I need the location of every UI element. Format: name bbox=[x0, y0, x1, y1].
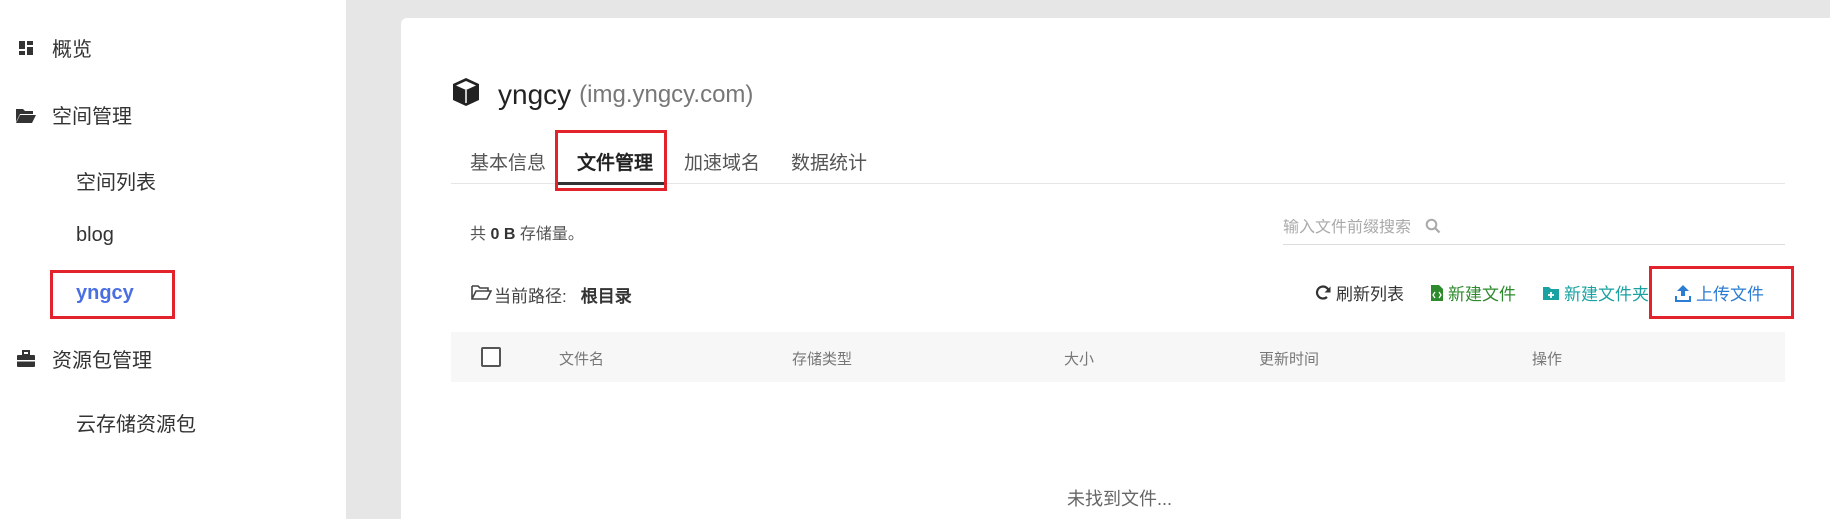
tab-file-management[interactable]: 文件管理 bbox=[577, 148, 653, 175]
empty-state-text: 未找到文件... bbox=[1067, 489, 1173, 509]
space-header: yngcy (img.yngcy.com) bbox=[450, 76, 753, 113]
column-storage-type[interactable]: 存储类型 bbox=[792, 348, 852, 369]
storage-amount: 0 B bbox=[490, 226, 516, 243]
refresh-list-button[interactable]: 刷新列表 bbox=[1314, 280, 1404, 305]
column-actions: 操作 bbox=[1532, 351, 1563, 368]
search-icon[interactable] bbox=[1423, 218, 1441, 239]
current-path: 当前路径: 根目录 bbox=[470, 282, 632, 307]
space-name: yngcy bbox=[498, 78, 572, 110]
sidebar-item-label: 概览 bbox=[52, 39, 92, 61]
sidebar-item-cloud-storage-package[interactable]: 云存储资源包 bbox=[76, 408, 196, 437]
tab-data-statistics[interactable]: 数据统计 bbox=[791, 148, 867, 175]
tab-basic-info[interactable]: 基本信息 bbox=[470, 148, 546, 175]
path-value[interactable]: 根目录 bbox=[581, 282, 632, 307]
sidebar: 概览 空间管理 空间列表 blog yngcy 资源包管理 云存储资源包 bbox=[0, 0, 346, 519]
folder-open-icon bbox=[470, 283, 494, 306]
sidebar-item-label: 资源包管理 bbox=[52, 350, 152, 372]
new-file-button[interactable]: 新建文件 bbox=[1430, 280, 1516, 305]
tab-accelerated-domain[interactable]: 加速域名 bbox=[684, 148, 760, 175]
file-table-header: 文件名 存储类型 大小 更新时间 操作 bbox=[451, 332, 1785, 382]
folder-open-icon bbox=[14, 103, 38, 127]
active-tab-indicator bbox=[558, 182, 667, 185]
search-input[interactable] bbox=[1283, 219, 1423, 237]
refresh-icon bbox=[1315, 284, 1331, 300]
code-file-icon bbox=[1431, 284, 1443, 301]
folder-plus-icon bbox=[1543, 286, 1559, 300]
search-box bbox=[1283, 212, 1785, 245]
tab-bar: 基本信息 文件管理 加速域名 数据统计 bbox=[451, 130, 1785, 184]
column-updated-time[interactable]: 更新时间 bbox=[1259, 348, 1319, 369]
sidebar-item-label: 空间管理 bbox=[52, 106, 132, 128]
select-all-checkbox[interactable] bbox=[481, 347, 501, 367]
briefcase-icon bbox=[14, 347, 38, 371]
sidebar-item-space-list[interactable]: 空间列表 bbox=[76, 166, 156, 195]
column-filename[interactable]: 文件名 bbox=[559, 348, 604, 369]
sidebar-item-blog[interactable]: blog bbox=[76, 224, 114, 247]
space-domain: (img.yngcy.com) bbox=[579, 80, 754, 108]
path-label: 当前路径: bbox=[494, 287, 567, 306]
cube-icon bbox=[450, 76, 498, 113]
sidebar-item-resource-packages[interactable]: 资源包管理 bbox=[0, 344, 152, 373]
sidebar-item-space-management[interactable]: 空间管理 bbox=[0, 100, 132, 129]
sidebar-item-overview[interactable]: 概览 bbox=[0, 33, 92, 62]
sidebar-item-yngcy[interactable]: yngcy bbox=[76, 282, 134, 305]
new-folder-button[interactable]: 新建文件夹 bbox=[1542, 280, 1652, 305]
dashboard-icon bbox=[14, 36, 38, 60]
column-size[interactable]: 大小 bbox=[1064, 348, 1094, 369]
upload-file-button[interactable]: 上传文件 bbox=[1674, 280, 1764, 305]
storage-summary: 共 0 B 存储量。 bbox=[470, 226, 584, 243]
upload-icon bbox=[1675, 284, 1691, 302]
